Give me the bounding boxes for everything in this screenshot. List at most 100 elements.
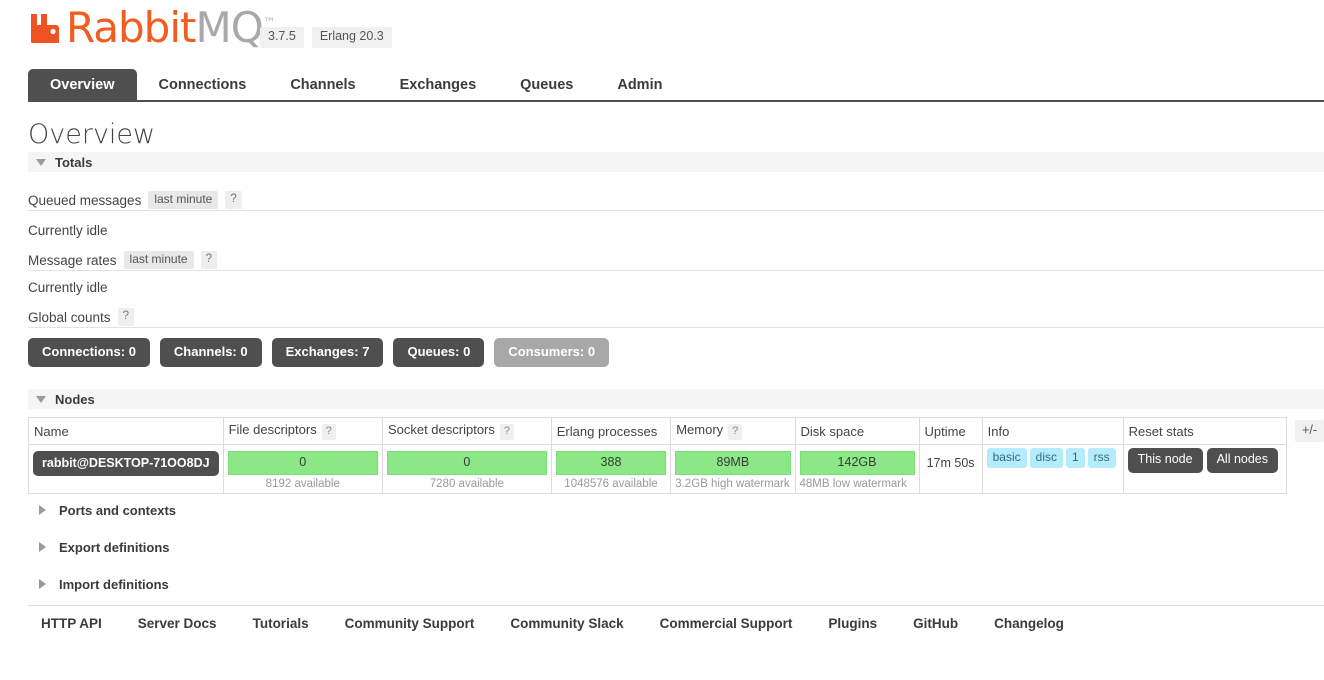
message-rates-period-selector[interactable]: last minute	[123, 250, 194, 270]
chevron-down-icon	[36, 158, 46, 166]
column-help-icon[interactable]: ?	[499, 424, 515, 441]
column-header-label: Socket descriptors	[387, 422, 495, 437]
info-cell: basic disc 1 rss	[981, 444, 1124, 494]
footer-link-community-support[interactable]: Community Support	[345, 616, 498, 631]
footer-link-github[interactable]: GitHub	[913, 616, 981, 631]
logo-wordmark: RabbitMQ™	[66, 6, 276, 49]
memory-watermark: 3.2GB high watermark	[675, 477, 790, 490]
footer-link-server-docs[interactable]: Server Docs	[138, 616, 240, 631]
count-label: Exchanges:	[285, 344, 359, 359]
nodes-table: Name File descriptors? Socket descriptors?…	[28, 416, 1288, 494]
column-header-reset-stats[interactable]: Reset stats	[1122, 416, 1288, 446]
tab-admin[interactable]: Admin	[595, 69, 684, 102]
section-header-nodes[interactable]: Nodes	[28, 389, 1324, 409]
section-label-nodes: Nodes	[55, 391, 95, 407]
info-tag-disc[interactable]: disc	[1029, 448, 1063, 469]
column-header-label: Info	[987, 423, 1010, 439]
column-help-icon[interactable]: ?	[321, 424, 336, 441]
tab-queues[interactable]: Queues	[498, 69, 595, 102]
tab-connections[interactable]: Connections	[137, 69, 269, 102]
count-value: 0	[587, 344, 596, 359]
count-button-connections[interactable]: Connections: 0	[28, 338, 150, 368]
footer-link-community-slack[interactable]: Community Slack	[510, 616, 646, 631]
tab-channels[interactable]: Channels	[268, 69, 377, 102]
toggle-columns-button[interactable]: +/-	[1295, 420, 1324, 442]
column-header-label: Erlang processes	[556, 423, 658, 439]
file-descriptors-cell: 0 8192 available	[222, 444, 383, 494]
socket-descriptors-value: 0	[386, 451, 547, 475]
tab-list: Overview Connections Channels Exchanges Queu…	[28, 68, 1324, 102]
tab-overview[interactable]: Overview	[28, 68, 137, 102]
count-label: Consumers:	[508, 344, 585, 359]
column-header-disk-space[interactable]: Disk space	[794, 416, 920, 446]
message-rates-help-icon[interactable]: ?	[200, 251, 217, 269]
reset-stats-cell: This node All nodes	[1122, 444, 1288, 494]
chevron-right-icon	[39, 505, 46, 515]
section-header-export-definitions[interactable]: Export definitions	[28, 536, 1324, 558]
disk-space-value: 142GB	[799, 451, 915, 475]
column-header-label: Memory	[676, 422, 724, 437]
column-header-erlang-processes[interactable]: Erlang processes	[550, 416, 672, 446]
count-button-channels[interactable]: Channels: 0	[159, 338, 262, 368]
section-header-import-definitions[interactable]: Import definitions	[28, 573, 1324, 595]
section-header-ports-and-contexts[interactable]: Ports and contexts	[28, 499, 1324, 521]
column-help-icon[interactable]: ?	[728, 424, 743, 441]
count-value: 0	[463, 344, 471, 359]
section-label-import-definitions: Import definitions	[59, 576, 169, 592]
logo-rabbit-text: Rabbit	[66, 3, 196, 52]
footer-link-tutorials[interactable]: Tutorials	[253, 616, 332, 631]
disk-space-cell: 142GB 48MB low watermark	[794, 444, 920, 494]
disk-space-watermark: 48MB low watermark	[799, 477, 907, 490]
message-rates-row: Message rates last minute ?	[28, 250, 1324, 271]
column-header-socket-descriptors[interactable]: Socket descriptors?	[381, 416, 552, 446]
column-header-file-descriptors[interactable]: File descriptors?	[222, 416, 383, 446]
count-label: Channels:	[173, 344, 237, 359]
column-header-label: File descriptors	[228, 422, 317, 437]
chevron-right-icon	[39, 542, 46, 552]
queued-messages-row: Queued messages last minute ?	[28, 190, 1324, 211]
section-header-totals[interactable]: Totals	[28, 152, 1324, 172]
reset-stats-this-node-button[interactable]: This node	[1127, 448, 1203, 473]
tab-exchanges[interactable]: Exchanges	[378, 69, 499, 102]
count-button-exchanges[interactable]: Exchanges: 7	[271, 338, 384, 368]
section-label-totals: Totals	[55, 154, 93, 170]
column-header-name[interactable]: Name	[28, 416, 224, 446]
global-counts-help-icon[interactable]: ?	[117, 308, 134, 326]
footer-link-http-api[interactable]: HTTP API	[41, 616, 125, 631]
count-button-queues[interactable]: Queues: 0	[393, 338, 485, 368]
count-value: 7	[362, 344, 370, 359]
node-name-cell: rabbit@DESKTOP-71OO8DJ	[28, 444, 224, 494]
column-header-label: Uptime	[924, 423, 966, 439]
queued-messages-period-selector[interactable]: last minute	[148, 190, 219, 210]
rabbitmq-version-badge: 3.7.5	[260, 27, 304, 48]
memory-cell: 89MB 3.2GB high watermark	[670, 444, 796, 494]
column-header-uptime[interactable]: Uptime	[918, 416, 983, 446]
count-label: Queues:	[407, 344, 460, 359]
queued-messages-help-icon[interactable]: ?	[225, 191, 242, 209]
node-name-link[interactable]: rabbit@DESKTOP-71OO8DJ	[33, 451, 219, 477]
footer-links: HTTP API Server Docs Tutorials Community Su…	[28, 605, 1324, 631]
global-counts-label: Global counts	[28, 309, 111, 325]
footer-link-changelog[interactable]: Changelog	[994, 616, 1087, 631]
info-tag-1[interactable]: 1	[1065, 448, 1085, 469]
global-counts-row: Global counts ?	[28, 307, 1324, 328]
info-tag-basic[interactable]: basic	[986, 448, 1027, 469]
count-button-consumers[interactable]: Consumers: 0	[494, 338, 610, 368]
rabbit-logo-icon	[31, 14, 59, 43]
count-label: Connections:	[42, 344, 126, 359]
column-header-label: Reset stats	[1128, 423, 1194, 439]
column-header-info[interactable]: Info	[981, 416, 1124, 446]
info-tag-rss[interactable]: rss	[1087, 448, 1116, 469]
column-header-memory[interactable]: Memory?	[670, 416, 796, 446]
footer-link-plugins[interactable]: Plugins	[828, 616, 900, 631]
reset-stats-all-nodes-button[interactable]: All nodes	[1206, 448, 1279, 473]
memory-value: 89MB	[675, 451, 791, 475]
count-value: 0	[128, 344, 136, 359]
page-title: Overview	[28, 119, 156, 150]
rabbitmq-logo[interactable]: RabbitMQ™	[28, 6, 276, 49]
uptime-cell: 17m 50s	[918, 444, 983, 494]
footer-link-commercial-support[interactable]: Commercial Support	[660, 616, 816, 631]
page-header: RabbitMQ™ 3.7.5 Erlang 20.3	[28, 0, 1324, 64]
column-header-label: Disk space	[800, 423, 865, 439]
version-badges: 3.7.5 Erlang 20.3	[260, 27, 392, 48]
